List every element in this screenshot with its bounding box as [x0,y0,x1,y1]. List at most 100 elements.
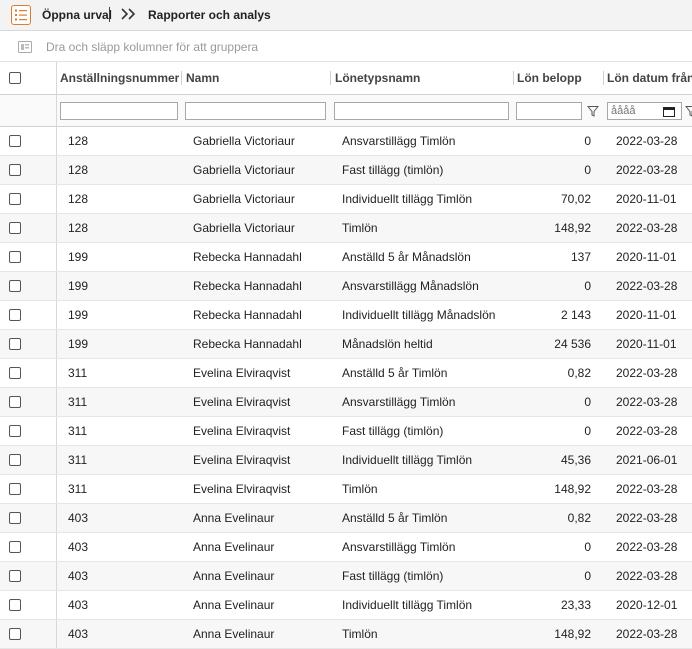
row-checkbox[interactable] [9,251,21,263]
filter-employee-number-input[interactable] [60,102,178,120]
row-checkbox[interactable] [9,541,21,553]
cell-date-from: 2021-06-01 [616,453,678,467]
row-checkbox[interactable] [9,309,21,321]
table-row[interactable]: 311 Evelina Elviraqvist Anställd 5 år Timl… [0,359,692,388]
column-divider [56,591,57,619]
table-row[interactable]: 199 Rebecka Hannadahl Månadslön heltid 24 5… [0,330,692,359]
filter-salary-type-input[interactable] [334,102,509,120]
column-header-amount[interactable]: Lön belopp [517,62,582,94]
cell-date-from: 2020-11-01 [616,337,677,351]
grid-body: 128 Gabriella Victoriaur Ansvarstillägg Ti… [0,127,692,649]
table-row[interactable]: 311 Evelina Elviraqvist Timlön 148,92 2022-0… [0,475,692,504]
row-checkbox[interactable] [9,193,21,205]
table-row[interactable]: 311 Evelina Elviraqvist Fast tillägg (timl… [0,417,692,446]
table-row[interactable]: 128 Gabriella Victoriaur Ansvarstillägg Ti… [0,127,692,156]
cell-name: Evelina Elviraqvist [193,395,291,409]
select-all-checkbox[interactable] [9,72,21,84]
cell-name: Rebecka Hannadahl [193,279,302,293]
column-header-salary-type[interactable]: Lönetypsnamn [335,62,420,94]
cell-name: Gabriella Victoriaur [193,163,295,177]
cell-employee-number: 199 [68,337,89,351]
calendar-icon[interactable] [663,106,675,120]
column-divider [56,562,57,590]
cell-salary-type: Timlön [342,627,378,641]
cell-amount: 137 [570,250,591,264]
column-header-date-from[interactable]: Lön datum från [607,62,692,94]
cell-salary-type: Individuellt tillägg Timlön [342,192,473,206]
open-selection-icon[interactable] [11,5,31,25]
row-checkbox[interactable] [9,338,21,350]
column-divider[interactable] [603,71,604,85]
filter-name-input[interactable] [185,102,326,120]
cell-name: Evelina Elviraqvist [193,424,291,438]
column-divider [56,533,57,561]
table-row[interactable]: 311 Evelina Elviraqvist Ansvarstillägg Tim… [0,388,692,417]
row-checkbox[interactable] [9,570,21,582]
column-divider [56,504,57,532]
cell-name: Anna Evelinaur [193,511,275,525]
table-row[interactable]: 128 Gabriella Victoriaur Individuellt till… [0,185,692,214]
cell-date-from: 2022-03-28 [616,627,678,641]
row-checkbox[interactable] [9,512,21,524]
column-divider[interactable] [181,71,182,85]
cell-employee-number: 311 [68,482,88,496]
filter-funnel-icon[interactable] [684,105,692,120]
breadcrumb-reports[interactable]: Rapporter och analys [148,8,271,22]
column-divider[interactable] [330,71,331,85]
column-divider[interactable] [513,71,514,85]
cell-amount: 0 [584,163,591,177]
table-row[interactable]: 128 Gabriella Victoriaur Timlön 148,92 2022-… [0,214,692,243]
table-row[interactable]: 403 Anna Evelinaur Anställd 5 år Timlön 0,8… [0,504,692,533]
column-header-employee-number[interactable]: Anställningsnummer [60,62,179,94]
row-checkbox[interactable] [9,222,21,234]
cell-name: Anna Evelinaur [193,540,275,554]
cell-name: Rebecka Hannadahl [193,308,302,322]
column-divider [56,95,57,126]
row-checkbox[interactable] [9,425,21,437]
table-row[interactable]: 199 Rebecka Hannadahl Anställd 5 år Månads… [0,243,692,272]
cell-salary-type: Månadslön heltid [342,337,433,351]
cell-employee-number: 403 [68,540,89,554]
cell-salary-type: Fast tillägg (timlön) [342,424,444,438]
table-row[interactable]: 311 Evelina Elviraqvist Individuellt tillä… [0,446,692,475]
row-checkbox[interactable] [9,454,21,466]
row-checkbox[interactable] [9,628,21,640]
table-row[interactable]: 403 Anna Evelinaur Individuellt tillägg Ti… [0,591,692,620]
row-checkbox[interactable] [9,280,21,292]
row-checkbox[interactable] [9,396,21,408]
cell-name: Gabriella Victoriaur [193,192,295,206]
row-checkbox[interactable] [9,135,21,147]
filter-amount-input[interactable] [516,102,582,120]
table-row[interactable]: 199 Rebecka Hannadahl Ansvarstillägg Månad… [0,272,692,301]
cell-salary-type: Timlön [342,482,378,496]
row-checkbox[interactable] [9,599,21,611]
table-row[interactable]: 199 Rebecka Hannadahl Individuellt tillägg… [0,301,692,330]
group-panel-hint: Dra och släpp kolumner för att gruppera [46,40,259,54]
cell-salary-type: Ansvarstillägg Timlön [342,395,456,409]
row-checkbox[interactable] [9,164,21,176]
cell-salary-type: Fast tillägg (timlön) [342,163,444,177]
top-toolbar: Öppna urval Rapporter och analys [0,0,692,31]
row-checkbox[interactable] [9,483,21,495]
cell-employee-number: 403 [68,511,89,525]
cell-date-from: 2022-03-28 [616,134,678,148]
cell-salary-type: Anställd 5 år Timlön [342,511,448,525]
cell-amount: 0 [584,424,591,438]
cell-amount: 0 [584,134,591,148]
table-row[interactable]: 403 Anna Evelinaur Timlön 148,92 2022-03-28 [0,620,692,649]
open-selection-button[interactable]: Öppna urval [42,8,112,22]
column-divider [56,446,57,474]
filter-funnel-icon[interactable] [586,105,600,120]
table-row[interactable]: 403 Anna Evelinaur Fast tillägg (timlön) 0 2… [0,562,692,591]
table-row[interactable]: 403 Anna Evelinaur Ansvarstillägg Timlön 0 2… [0,533,692,562]
cell-date-from: 2020-11-01 [616,250,677,264]
cell-name: Gabriella Victoriaur [193,134,295,148]
table-row[interactable]: 128 Gabriella Victoriaur Fast tillägg (tim… [0,156,692,185]
double-chevron-right-icon [120,6,138,25]
column-header-name[interactable]: Namn [186,62,219,94]
column-divider [56,272,57,300]
row-checkbox[interactable] [9,367,21,379]
cell-amount: 2 143 [560,308,591,322]
group-panel[interactable]: Dra och släpp kolumner för att gruppera [0,31,692,62]
cell-date-from: 2022-03-28 [616,540,678,554]
